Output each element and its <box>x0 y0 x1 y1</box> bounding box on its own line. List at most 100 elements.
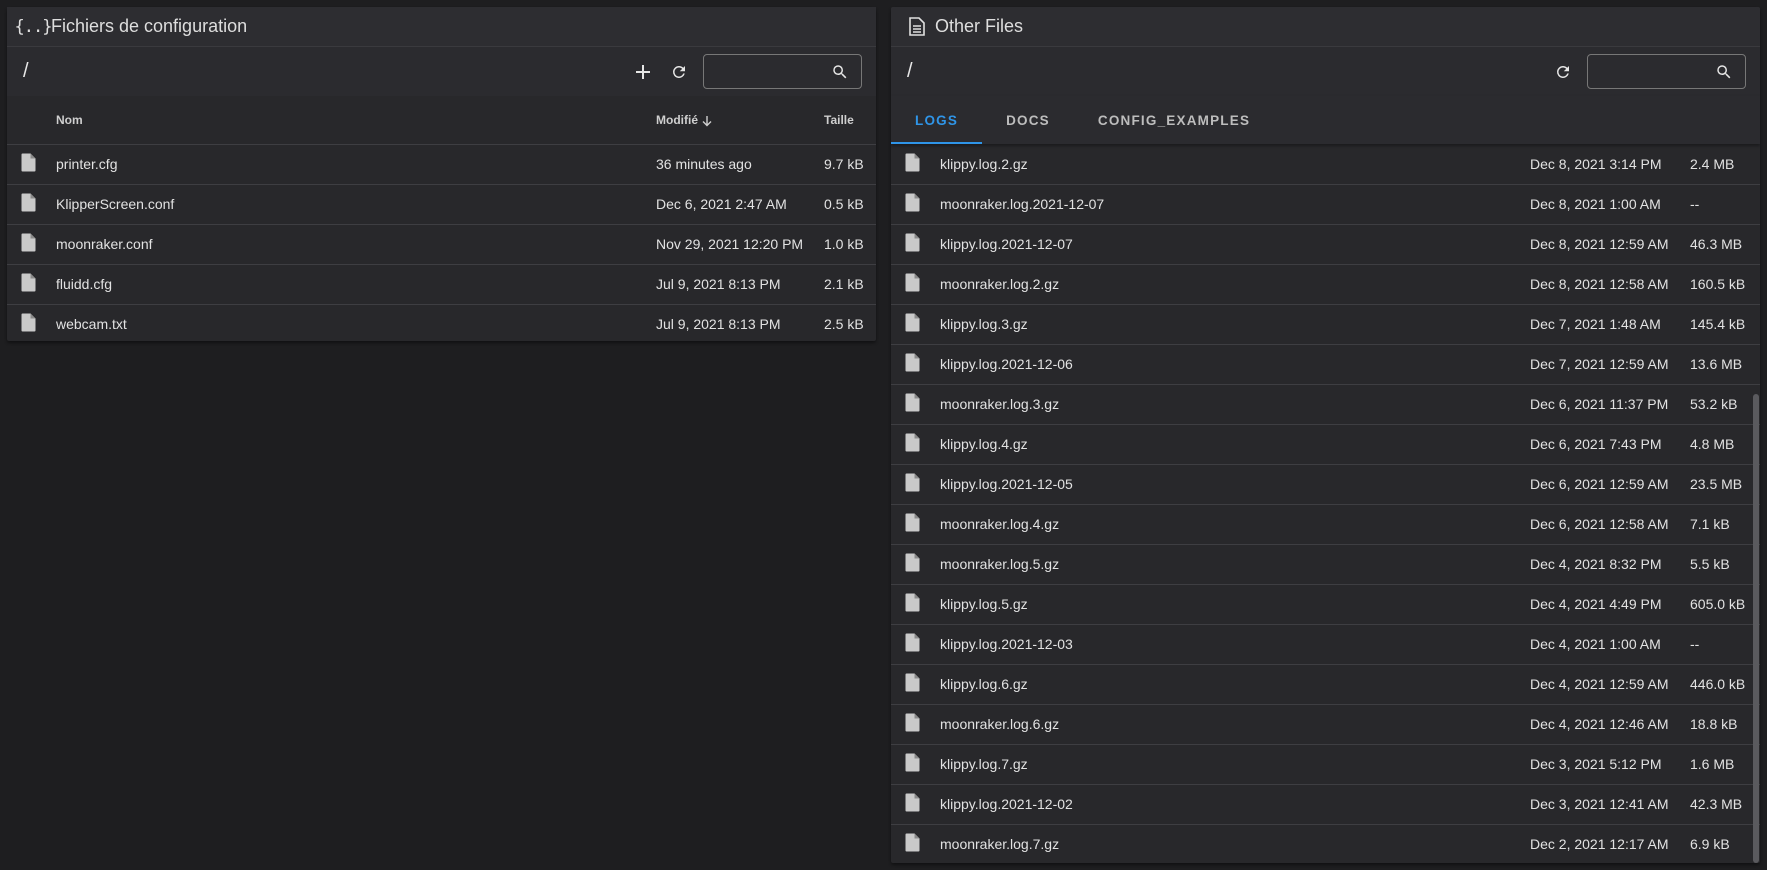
search-icon[interactable] <box>1715 63 1733 81</box>
file-name[interactable]: KlipperScreen.conf <box>56 184 656 225</box>
file-name[interactable]: klippy.log.2021-12-02 <box>940 784 1530 825</box>
refresh-icon <box>672 65 685 78</box>
refresh-button[interactable] <box>661 54 697 90</box>
config-search-field[interactable] <box>703 54 862 89</box>
table-row[interactable]: klippy.log.2021-12-02 Dec 3, 2021 12:41 A… <box>891 784 1760 825</box>
tab-logs[interactable]: LOGS <box>891 96 983 144</box>
file-icon-cell <box>891 384 940 425</box>
table-row[interactable]: printer.cfg 36 minutes ago 9.7 kB <box>7 144 876 185</box>
file-icon-cell <box>7 264 56 305</box>
table-row[interactable]: moonraker.log.4.gz Dec 6, 2021 12:58 AM 7.… <box>891 504 1760 545</box>
file-icon <box>21 153 39 175</box>
file-modified: Dec 4, 2021 1:00 AM <box>1530 624 1690 665</box>
table-row[interactable]: moonraker.log.7.gz Dec 2, 2021 12:17 AM 6.… <box>891 824 1760 863</box>
file-name[interactable]: klippy.log.6.gz <box>940 664 1530 705</box>
tab-config-examples[interactable]: CONFIG_EXAMPLES <box>1074 96 1274 144</box>
table-row[interactable]: klippy.log.5.gz Dec 4, 2021 4:49 PM 605.0 … <box>891 584 1760 625</box>
tab-docs[interactable]: DOCS <box>982 96 1074 144</box>
file-name[interactable]: klippy.log.2.gz <box>940 144 1530 185</box>
table-row[interactable]: klippy.log.2021-12-03 Dec 4, 2021 1:00 AM… <box>891 624 1760 665</box>
config-files-table: Nom Modifié Taille printer.cfg 36 minutes… <box>7 96 876 344</box>
file-size: 1.6 MB <box>1690 744 1760 785</box>
file-size: 18.8 kB <box>1690 704 1760 745</box>
file-icon-cell <box>891 224 940 265</box>
table-row[interactable]: klippy.log.3.gz Dec 7, 2021 1:48 AM 145.4 … <box>891 304 1760 345</box>
other-panel-header: Other Files <box>891 7 1760 47</box>
file-name[interactable]: webcam.txt <box>56 304 656 344</box>
other-toolbar: / <box>891 47 1760 96</box>
file-name[interactable]: moonraker.log.6.gz <box>940 704 1530 745</box>
table-row[interactable]: webcam.txt Jul 9, 2021 8:13 PM 2.5 kB <box>7 304 876 344</box>
table-row[interactable]: klippy.log.2021-12-07 Dec 8, 2021 12:59 A… <box>891 224 1760 265</box>
table-row[interactable]: klippy.log.4.gz Dec 6, 2021 7:43 PM 4.8 MB <box>891 424 1760 465</box>
table-row[interactable]: moonraker.log.3.gz Dec 6, 2021 11:37 PM 53… <box>891 384 1760 425</box>
file-size: 160.5 kB <box>1690 264 1760 305</box>
file-name[interactable]: klippy.log.2021-12-03 <box>940 624 1530 665</box>
file-icon-cell <box>891 424 940 465</box>
file-name[interactable]: moonraker.conf <box>56 224 656 265</box>
file-size: 2.5 kB <box>824 316 864 333</box>
file-icon-cell <box>891 304 940 345</box>
file-name[interactable]: klippy.log.4.gz <box>940 424 1530 465</box>
file-icon-cell <box>891 664 940 705</box>
file-size: 53.2 kB <box>1690 384 1760 425</box>
file-icon <box>905 313 923 335</box>
file-modified: Jul 9, 2021 8:13 PM <box>656 264 824 305</box>
file-icon <box>21 313 39 335</box>
add-file-button[interactable] <box>625 54 661 90</box>
plus-icon <box>636 64 650 79</box>
file-name[interactable]: moonraker.log.5.gz <box>940 544 1530 585</box>
file-name[interactable]: klippy.log.5.gz <box>940 584 1530 625</box>
table-row[interactable]: klippy.log.6.gz Dec 4, 2021 12:59 AM 446.0… <box>891 664 1760 705</box>
table-row[interactable]: klippy.log.2021-12-05 Dec 6, 2021 12:59 A… <box>891 464 1760 505</box>
file-icon-cell <box>7 184 56 225</box>
other-path-breadcrumb[interactable]: / <box>907 60 1545 83</box>
file-icon-cell <box>891 704 940 745</box>
table-row[interactable]: klippy.log.2.gz Dec 8, 2021 3:14 PM 2.4 MB <box>891 144 1760 185</box>
file-name[interactable]: moonraker.log.7.gz <box>940 824 1530 863</box>
table-row[interactable]: moonraker.log.5.gz Dec 4, 2021 8:32 PM 5.5… <box>891 544 1760 585</box>
table-row[interactable]: klippy.log.2021-12-06 Dec 7, 2021 12:59 A… <box>891 344 1760 385</box>
table-row[interactable]: klippy.log.7.gz Dec 3, 2021 5:12 PM 1.6 MB <box>891 744 1760 785</box>
file-modified: Nov 29, 2021 12:20 PM <box>656 224 824 265</box>
table-row[interactable]: moonraker.log.6.gz Dec 4, 2021 12:46 AM 18… <box>891 704 1760 745</box>
file-modified: Dec 4, 2021 12:59 AM <box>1530 664 1690 705</box>
file-icon-cell <box>891 744 940 785</box>
other-search-field[interactable] <box>1587 54 1746 89</box>
file-name[interactable]: fluidd.cfg <box>56 264 656 305</box>
file-name[interactable]: klippy.log.3.gz <box>940 304 1530 345</box>
file-name[interactable]: printer.cfg <box>56 144 656 185</box>
file-name[interactable]: moonraker.log.3.gz <box>940 384 1530 425</box>
column-header-size[interactable]: Taille <box>824 96 876 145</box>
column-header-modified[interactable]: Modifié <box>656 96 824 145</box>
file-name[interactable]: klippy.log.2021-12-07 <box>940 224 1530 265</box>
file-icon-cell <box>891 624 940 665</box>
table-row[interactable]: moonraker.conf Nov 29, 2021 12:20 PM 1.0 k… <box>7 224 876 265</box>
scrollbar[interactable] <box>1753 394 1759 863</box>
file-modified: Dec 4, 2021 8:32 PM <box>1530 544 1690 585</box>
column-header-name[interactable]: Nom <box>56 96 656 145</box>
file-name[interactable]: klippy.log.7.gz <box>940 744 1530 785</box>
refresh-button[interactable] <box>1545 54 1581 90</box>
file-modified: Dec 2, 2021 12:17 AM <box>1530 836 1669 853</box>
table-row[interactable]: KlipperScreen.conf Dec 6, 2021 2:47 AM 0.5… <box>7 184 876 225</box>
file-name[interactable]: moonraker.log.2021-12-07 <box>940 184 1530 225</box>
file-modified: Dec 4, 2021 12:46 AM <box>1530 704 1690 745</box>
file-icon <box>905 193 923 215</box>
file-icon <box>905 833 923 855</box>
file-name[interactable]: moonraker.log.2.gz <box>940 264 1530 305</box>
table-header-row: Nom Modifié Taille <box>7 96 876 145</box>
file-icon <box>905 153 923 175</box>
search-icon[interactable] <box>831 63 849 81</box>
table-row[interactable]: fluidd.cfg Jul 9, 2021 8:13 PM 2.1 kB <box>7 264 876 305</box>
file-size: 605.0 kB <box>1690 584 1760 625</box>
file-name[interactable]: klippy.log.2021-12-06 <box>940 344 1530 385</box>
file-icon <box>21 273 39 295</box>
file-modified: Jul 9, 2021 8:13 PM <box>656 316 781 333</box>
file-name[interactable]: klippy.log.2021-12-05 <box>940 464 1530 505</box>
braces-icon: {..} <box>14 16 53 37</box>
table-row[interactable]: moonraker.log.2021-12-07 Dec 8, 2021 1:00… <box>891 184 1760 225</box>
config-path-breadcrumb[interactable]: / <box>23 60 625 83</box>
file-name[interactable]: moonraker.log.4.gz <box>940 504 1530 545</box>
table-row[interactable]: moonraker.log.2.gz Dec 8, 2021 12:58 AM 16… <box>891 264 1760 305</box>
